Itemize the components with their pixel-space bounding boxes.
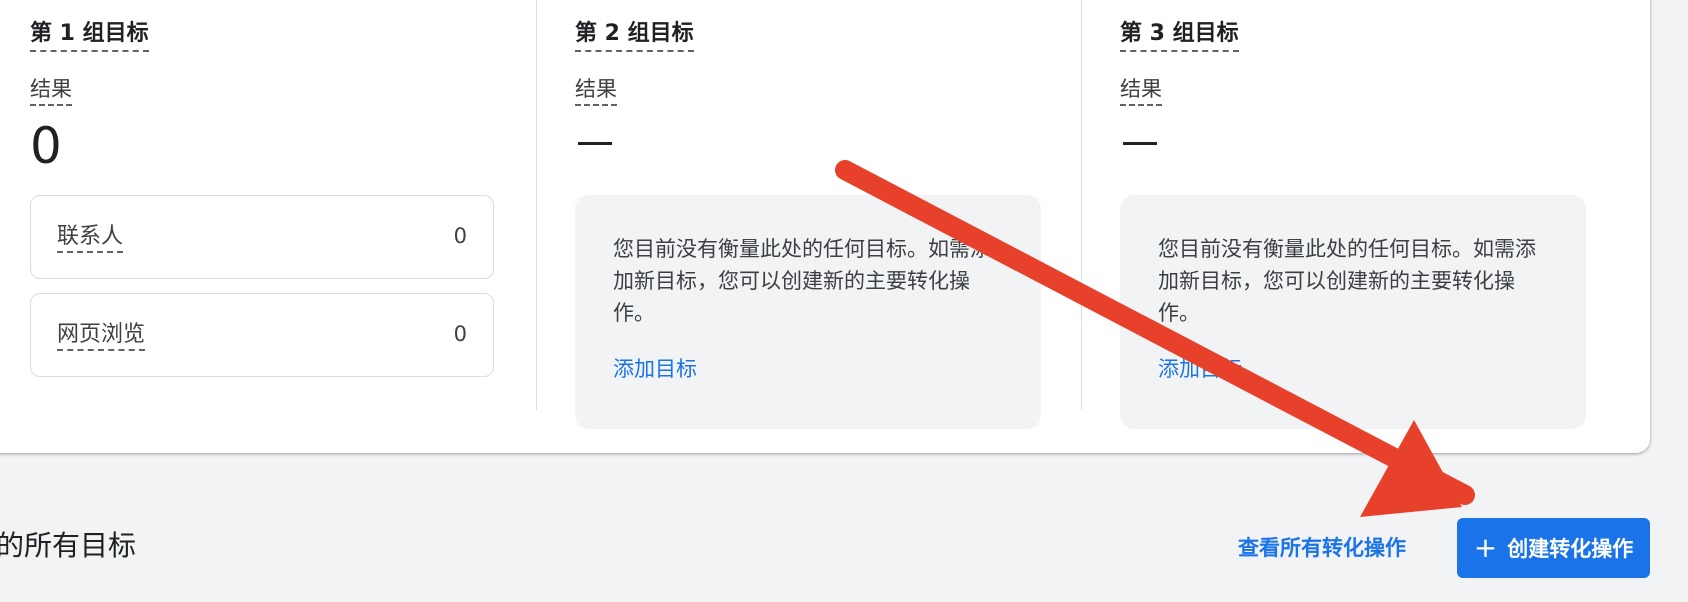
group-title[interactable]: 第 2 组目标 (575, 21, 694, 52)
results-value: 0 (30, 117, 62, 175)
create-conversion-button[interactable]: + 创建转化操作 (1457, 518, 1650, 578)
create-conversion-label: 创建转化操作 (1507, 537, 1634, 561)
group-title[interactable]: 第 1 组目标 (30, 21, 149, 52)
column-divider (536, 0, 537, 410)
column-divider (1081, 0, 1082, 410)
empty-goals-message: 您目前没有衡量此处的任何目标。如需添加新目标，您可以创建新的主要转化操作。 (1158, 237, 1536, 325)
empty-goals-message: 您目前没有衡量此处的任何目标。如需添加新目标，您可以创建新的主要转化操作。 (613, 237, 991, 325)
plus-icon: + (1473, 531, 1498, 564)
goal-group-2: 第 2 组目标 结果 — 您目前没有衡量此处的任何目标。如需添加新目标，您可以创… (575, 0, 1045, 602)
goal-group-3: 第 3 组目标 结果 — 您目前没有衡量此处的任何目标。如需添加新目标，您可以创… (1120, 0, 1590, 602)
metric-label[interactable]: 联系人 (57, 224, 124, 253)
add-goal-link[interactable]: 添加目标 (613, 356, 697, 382)
metric-label[interactable]: 网页浏览 (57, 322, 146, 351)
view-all-conversions-link[interactable]: 查看所有转化操作 (1238, 535, 1406, 561)
metric-row-contacts: 联系人 0 (30, 195, 494, 279)
metric-row-page-views: 网页浏览 0 (30, 293, 494, 377)
results-empty-dash: — (1123, 142, 1157, 145)
section-title: 的所有目标 (0, 529, 137, 562)
goal-group-1: 第 1 组目标 结果 0 联系人 0 网页浏览 0 (30, 0, 500, 602)
results-label[interactable]: 结果 (30, 77, 72, 106)
empty-goals-panel: 您目前没有衡量此处的任何目标。如需添加新目标，您可以创建新的主要转化操作。 添加… (1120, 195, 1586, 429)
metric-value: 0 (453, 322, 467, 346)
goals-summary-card: 第 1 组目标 结果 0 联系人 0 网页浏览 0 第 2 组目标 结果 — 您… (0, 0, 1650, 453)
empty-goals-panel: 您目前没有衡量此处的任何目标。如需添加新目标，您可以创建新的主要转化操作。 添加… (575, 195, 1041, 429)
results-empty-dash: — (578, 142, 612, 145)
metric-value: 0 (453, 224, 467, 248)
results-label[interactable]: 结果 (575, 77, 617, 106)
add-goal-link[interactable]: 添加目标 (1158, 356, 1242, 382)
group-title[interactable]: 第 3 组目标 (1120, 21, 1239, 52)
results-label[interactable]: 结果 (1120, 77, 1162, 106)
